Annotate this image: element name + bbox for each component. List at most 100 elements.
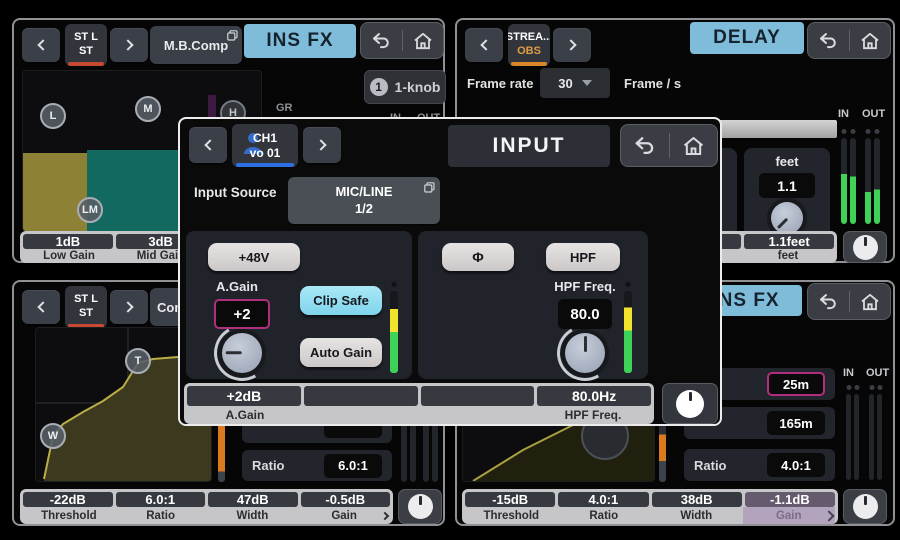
prev-channel-button[interactable]: [22, 28, 60, 62]
param-cell-threshold[interactable]: -22dB: [23, 492, 113, 507]
param-label-threshold: Threshold: [23, 510, 115, 522]
knob-assign-button[interactable]: [843, 489, 887, 524]
channel-select-button[interactable]: ST L ST: [65, 286, 107, 328]
in-meter-label: IN: [843, 367, 854, 379]
input-source-label: Input Source: [194, 185, 277, 200]
chevron-right-icon: [565, 39, 576, 50]
chevron-left-icon: [37, 39, 48, 50]
frame-rate-dropdown[interactable]: 30: [540, 68, 610, 98]
prev-channel-button[interactable]: [189, 127, 227, 163]
param-cell-lowgain[interactable]: 1dB: [23, 234, 113, 249]
knob-assign-button[interactable]: [843, 231, 887, 263]
in-meter-right: [850, 138, 856, 224]
param-row-ratio: Ratio 4.0:1: [684, 449, 835, 481]
band-node-lowmid[interactable]: LM: [77, 197, 103, 223]
analog-gain-knob[interactable]: [222, 333, 262, 373]
back-button[interactable]: [811, 23, 845, 58]
gain-label-text: Gain: [776, 510, 802, 522]
threshold-node[interactable]: T: [125, 348, 151, 374]
auto-gain-button[interactable]: Auto Gain: [300, 338, 382, 367]
release-value[interactable]: 165m: [767, 411, 825, 435]
param-cell-ratio[interactable]: 6.0:1: [116, 492, 206, 507]
in-meter-right: [854, 394, 859, 480]
clip-safe-button[interactable]: Clip Safe: [300, 286, 382, 315]
out-meter-left: [865, 138, 871, 224]
back-icon: [818, 293, 838, 310]
footer-labels: A.Gain HPF Freq.: [184, 406, 654, 424]
gr-label: GR: [276, 102, 293, 114]
channel-selected-bar: [68, 62, 105, 66]
home-icon: [860, 293, 880, 311]
input-modal: CH1 vo 01 INPUT Input Source MIC/LINE 1/…: [178, 117, 722, 426]
phantom-power-button[interactable]: +48V: [208, 243, 300, 271]
band-low-area: [23, 153, 87, 232]
param-cell-width[interactable]: 38dB: [652, 492, 742, 507]
prev-channel-button[interactable]: [465, 28, 503, 62]
chevron-right-icon: [315, 139, 326, 150]
next-channel-button[interactable]: [110, 28, 148, 62]
param-cell-gain[interactable]: -0.5dB: [301, 492, 391, 507]
hpf-button[interactable]: HPF: [546, 243, 620, 271]
band-node-mid[interactable]: M: [135, 96, 161, 122]
home-button[interactable]: [853, 284, 887, 319]
param-cell-again[interactable]: +2dB: [187, 386, 301, 406]
ratio-label: Ratio: [252, 458, 285, 473]
channel-name: CH1: [253, 131, 277, 146]
delay-time-knob[interactable]: [771, 202, 803, 234]
channel-name: ST L: [74, 31, 98, 45]
back-button[interactable]: [811, 284, 845, 319]
modal-title: INPUT: [448, 125, 610, 167]
back-button[interactable]: [364, 23, 398, 58]
channel-select-button[interactable]: CH1 vo 01: [232, 124, 298, 167]
param-label-gain: Gain: [298, 510, 390, 522]
hpf-freq-knob[interactable]: [565, 333, 605, 373]
knob-assign-button[interactable]: [398, 489, 442, 524]
next-channel-button[interactable]: [110, 290, 148, 324]
channel-select-button[interactable]: ST L ST: [65, 24, 107, 66]
band-node-low[interactable]: L: [40, 103, 66, 129]
attack-value[interactable]: 25m: [767, 372, 825, 396]
footer-values: -15dB 4.0:1 38dB -1.1dB: [462, 489, 838, 507]
width-node[interactable]: W: [40, 423, 66, 449]
prev-channel-button[interactable]: [22, 290, 60, 324]
knob-tick: [584, 336, 587, 352]
feet-value[interactable]: 1.1: [759, 173, 815, 198]
param-cell-ratio[interactable]: 4.0:1: [558, 492, 648, 507]
knob-tick: [225, 351, 241, 354]
param-cell-hpffreq[interactable]: 80.0Hz: [537, 386, 651, 406]
parameter-footer: -15dB 4.0:1 38dB -1.1dB Threshold Ratio …: [462, 489, 838, 524]
more-params-icon: [381, 511, 389, 519]
param-cell-width[interactable]: 47dB: [208, 492, 298, 507]
param-cell-gain[interactable]: -1.1dB: [745, 492, 835, 507]
out-meter-right: [874, 138, 880, 224]
ratio-value[interactable]: 6.0:1: [324, 454, 382, 478]
ratio-value[interactable]: 4.0:1: [767, 453, 825, 477]
knob-dial-icon: [676, 390, 704, 418]
home-button[interactable]: [406, 23, 440, 58]
one-knob-button[interactable]: 1 1-knob: [364, 70, 446, 104]
channel-name: ST L: [74, 293, 98, 307]
knob-assign-button[interactable]: [662, 383, 718, 424]
phase-button[interactable]: Φ: [442, 243, 514, 271]
channel-select-button[interactable]: STREA... OBS: [508, 24, 550, 66]
hpf-level-meter: [624, 291, 632, 373]
input-source-button[interactable]: MIC/LINE 1/2: [288, 177, 440, 224]
next-channel-button[interactable]: [553, 28, 591, 62]
header-nav-group: [620, 124, 718, 167]
param-cell-threshold[interactable]: -15dB: [465, 492, 555, 507]
param-cell-feet[interactable]: 1.1feet: [744, 234, 834, 249]
param-cell-3[interactable]: [421, 386, 535, 406]
back-button[interactable]: [628, 125, 662, 166]
chevron-left-icon: [480, 39, 491, 50]
header-nav-group: [807, 22, 891, 59]
next-channel-button[interactable]: [303, 127, 341, 163]
home-icon: [413, 32, 433, 50]
param-cell-2[interactable]: [304, 386, 418, 406]
home-button[interactable]: [853, 23, 887, 58]
out-meter-left: [869, 394, 874, 480]
home-button[interactable]: [676, 125, 710, 166]
back-icon: [633, 136, 656, 155]
header-nav-group: [807, 283, 891, 320]
processor-select-button[interactable]: M.B.Comp: [150, 26, 242, 64]
home-icon: [682, 136, 705, 156]
